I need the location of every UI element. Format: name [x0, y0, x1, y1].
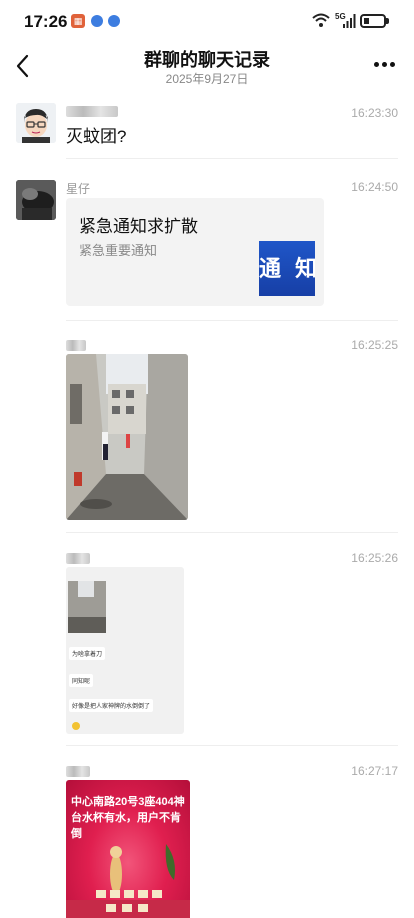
notification-app-icon: ▦ — [71, 14, 85, 28]
chat-history-header: 群聊的聊天记录 2025年9月27日 — [0, 40, 414, 90]
message-divider — [66, 158, 398, 159]
status-time: 17:26 — [24, 12, 68, 31]
chat-message: 16:27:17 — [0, 762, 414, 918]
card-title: 紧急通知求扩散 — [79, 217, 198, 236]
alley-photo[interactable] — [66, 354, 188, 520]
notification-app-icon — [108, 15, 120, 27]
sender-name-blurred — [66, 551, 90, 565]
message-divider — [66, 532, 398, 533]
chat-screenshot-image[interactable]: 为啥拿着刀 同知呢 好像是把人家神牌的水倒倒了 — [66, 567, 184, 734]
battery-icon — [360, 14, 386, 28]
screenshot-line: 为啥拿着刀 — [69, 647, 106, 660]
sender-name: 星仔 — [66, 182, 91, 196]
wifi-icon — [312, 13, 330, 27]
chat-message: 星仔 16:24:50 紧急通知求扩散 紧急重要通知 通 知 — [0, 178, 414, 310]
sender-name-blurred — [66, 338, 86, 352]
chat-message: 16:25:25 — [0, 336, 414, 526]
message-time: 16:25:26 — [351, 551, 398, 565]
page-title: 群聊的聊天记录 — [144, 50, 270, 70]
chat-message: 16:23:30 灭蚊团? — [0, 100, 414, 160]
notification-app-icon — [91, 15, 103, 27]
card-thumbnail-text: 通 知 — [259, 256, 315, 281]
page-date: 2025年9月27日 — [165, 72, 249, 86]
more-options-icon[interactable] — [374, 62, 396, 68]
message-time: 16:24:50 — [351, 180, 398, 194]
message-time: 16:27:17 — [351, 764, 398, 778]
message-divider — [66, 745, 398, 746]
photo-caption: 中心南路20号3座404神台水杯有水，用户不肯倒 — [71, 796, 185, 840]
status-bar: 17:26 ▦ 5G — [0, 0, 414, 40]
screenshot-thumb — [68, 581, 106, 633]
message-time: 16:25:25 — [351, 338, 398, 352]
shrine-photo[interactable]: 中心南路20号3座404神台水杯有水，用户不肯倒 — [66, 780, 190, 918]
message-divider — [66, 320, 398, 321]
avatar[interactable] — [16, 180, 56, 220]
link-card[interactable]: 紧急通知求扩散 紧急重要通知 通 知 — [66, 198, 324, 306]
signal-icon — [343, 14, 356, 28]
card-description: 紧急重要通知 — [79, 243, 158, 258]
screenshot-line: 同知呢 — [69, 674, 94, 687]
sender-name-blurred — [66, 104, 118, 118]
avatar[interactable] — [16, 103, 56, 143]
message-text[interactable]: 灭蚊团? — [66, 122, 126, 147]
screenshot-line: 好像是把人家神牌的水倒倒了 — [69, 699, 154, 712]
emoji-icon — [72, 722, 80, 730]
message-time: 16:23:30 — [351, 106, 398, 120]
chat-message: 16:25:26 为啥拿着刀 同知呢 好像是把人家神牌的水倒倒了 — [0, 549, 414, 739]
sender-name-blurred — [66, 764, 90, 778]
card-thumbnail: 通 知 — [259, 241, 315, 296]
